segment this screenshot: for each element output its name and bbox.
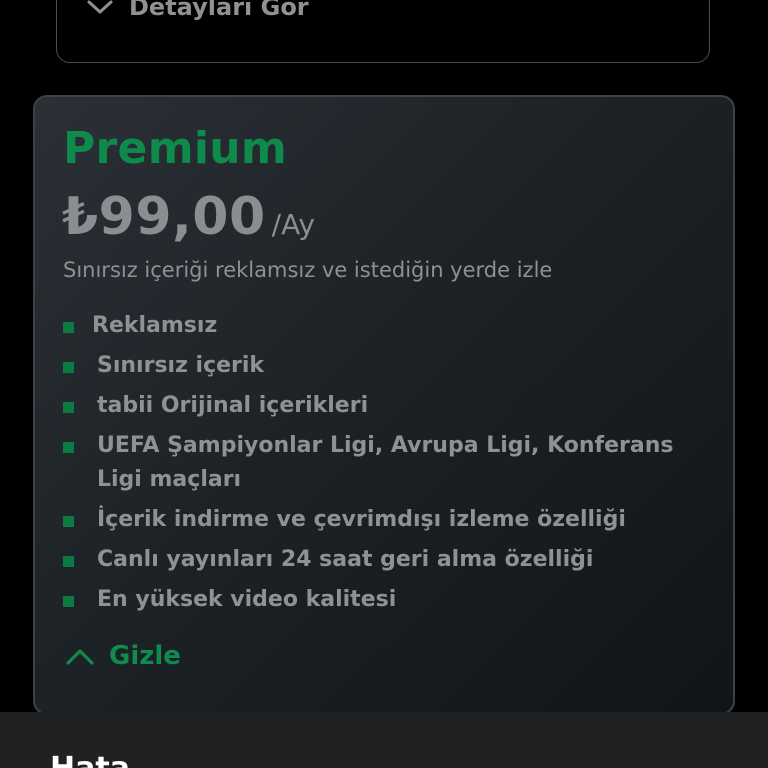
price-row: ₺99,00 /Ay [62, 189, 315, 245]
details-toggle-label: Detayları Gör [129, 0, 309, 21]
feature-text: Canlı yayınları 24 saat geri alma özelli… [97, 547, 594, 572]
feature-text: İçerik indirme ve çevrimdışı izleme özel… [97, 507, 626, 532]
plan-description: Sınırsız içeriği reklamsız ve istediğin … [63, 258, 553, 282]
feature-item: UEFA Şampiyonlar Ligi, Avrupa Ligi, Konf… [63, 429, 723, 497]
square-bullet-icon [63, 516, 74, 527]
feature-text: UEFA Şampiyonlar Ligi, Avrupa Ligi, Konf… [97, 433, 674, 492]
feature-item: tabii Orijinal içerikleri [63, 389, 723, 423]
sheet-title: Hata [50, 752, 130, 768]
feature-text: tabii Orijinal içerikleri [97, 393, 369, 418]
feature-item: En yüksek video kalitesi [63, 583, 723, 617]
square-bullet-icon [63, 402, 74, 413]
square-bullet-icon [63, 556, 74, 567]
feature-item: Canlı yayınları 24 saat geri alma özelli… [63, 543, 723, 577]
hide-details-button[interactable]: Gizle [65, 641, 181, 671]
feature-item: İçerik indirme ve çevrimdışı izleme özel… [63, 503, 723, 537]
feature-item: Reklamsız [63, 309, 723, 343]
previous-plan-card: Detayları Gör [56, 0, 710, 63]
chevron-down-icon [87, 0, 113, 15]
feature-text: Sınırsız içerik [97, 353, 265, 378]
square-bullet-icon [63, 322, 74, 333]
plan-period: /Ay [271, 208, 315, 241]
feature-text: Reklamsız [92, 313, 218, 338]
square-bullet-icon [63, 442, 74, 453]
feature-list: Reklamsız Sınırsız içerik tabii Orijinal… [63, 309, 723, 623]
chevron-up-icon [65, 646, 95, 666]
square-bullet-icon [63, 362, 74, 373]
plan-price: ₺99,00 [62, 187, 266, 247]
error-bottom-sheet: Hata [0, 712, 768, 768]
feature-text: En yüksek video kalitesi [97, 587, 397, 612]
plan-name: Premium [63, 123, 287, 174]
square-bullet-icon [63, 596, 74, 607]
details-toggle-button[interactable]: Detayları Gör [87, 0, 309, 21]
hide-toggle-label: Gizle [109, 641, 181, 671]
premium-plan-card[interactable]: Premium ₺99,00 /Ay Sınırsız içeriği rekl… [33, 95, 735, 715]
feature-item: Sınırsız içerik [63, 349, 723, 383]
screen: Detayları Gör Premium ₺99,00 /Ay Sınırsı… [0, 0, 768, 768]
